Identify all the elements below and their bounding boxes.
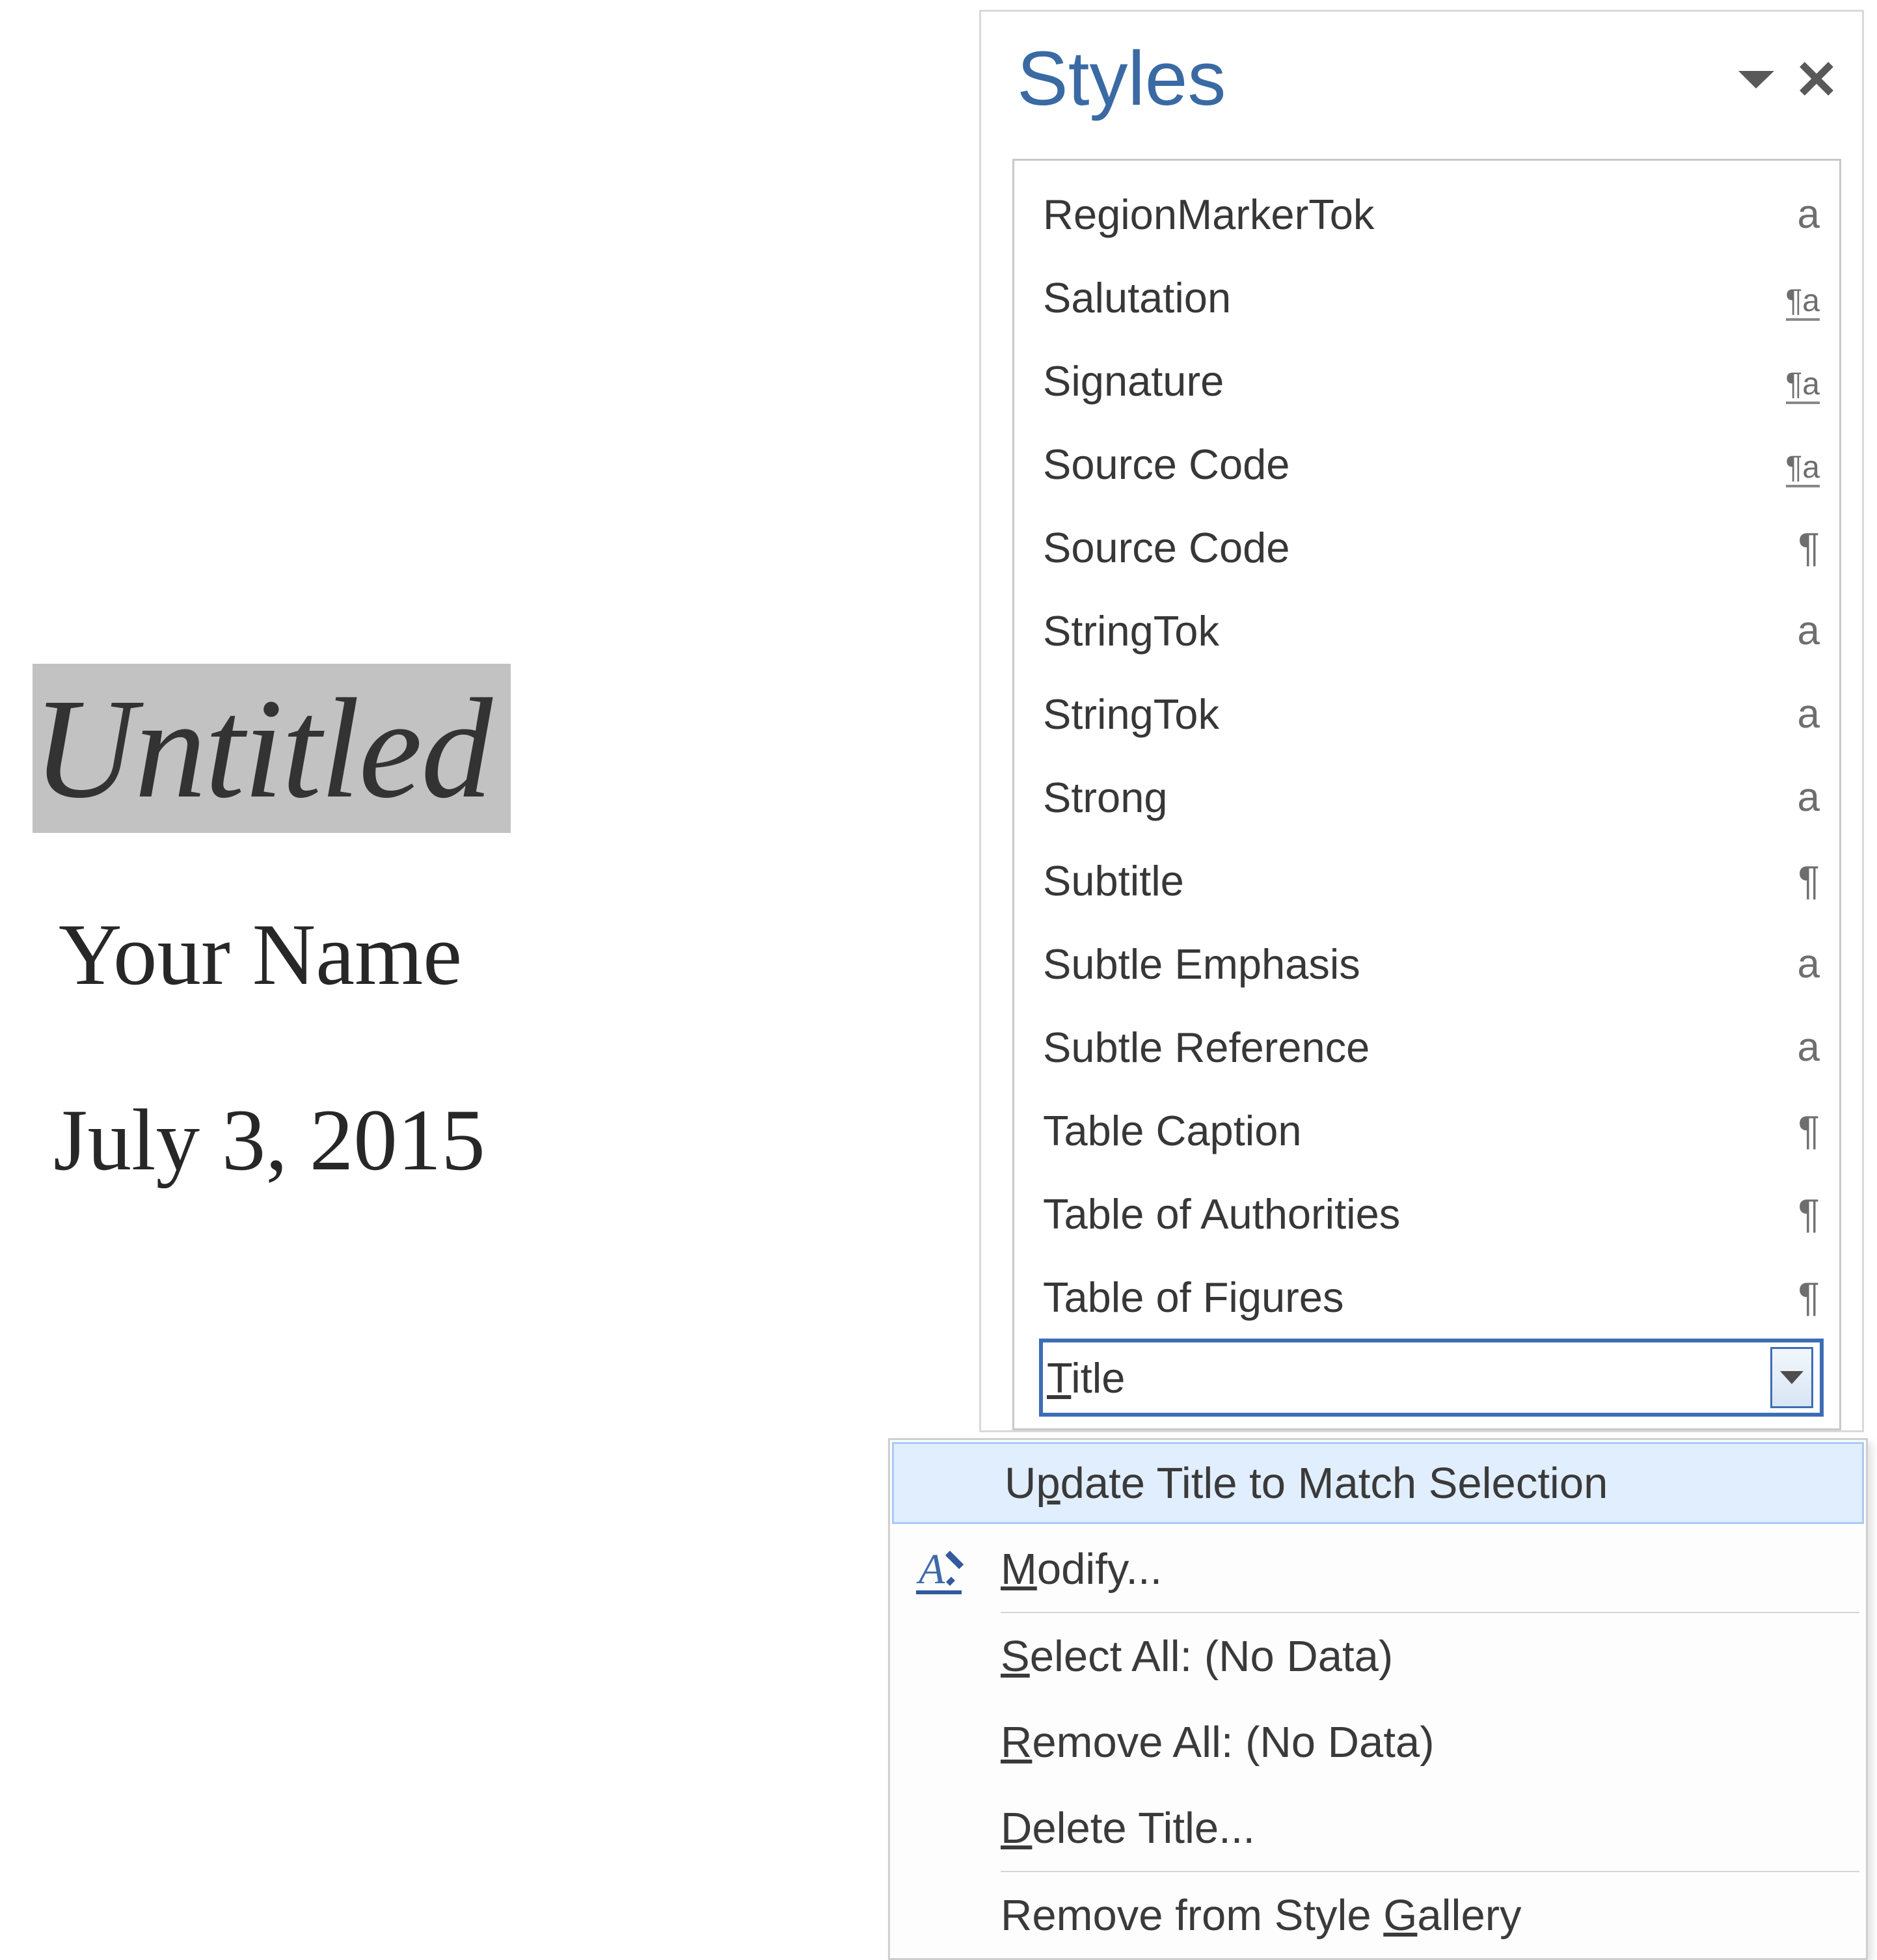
style-item[interactable]: Subtitle ¶ — [1014, 839, 1839, 922]
title-selection-highlight[interactable]: Untitled — [33, 664, 511, 833]
style-label: RegionMarkerTok — [1043, 190, 1774, 239]
style-item[interactable]: RegionMarkerTok a — [1014, 172, 1839, 256]
styles-pane: Styles RegionMarkerTok a Salutation ¶a S… — [979, 10, 1864, 1432]
document-title[interactable]: Untitled — [33, 669, 491, 828]
character-style-icon: a — [1774, 691, 1820, 737]
styles-list[interactable]: RegionMarkerTok a Salutation ¶a Signatur… — [1012, 159, 1841, 1430]
style-label: Table of Figures — [1043, 1273, 1774, 1322]
styles-pane-title: Styles — [1017, 34, 1735, 123]
style-label: Subtitle — [1043, 856, 1774, 905]
style-label: Table of Authorities — [1043, 1190, 1774, 1238]
style-item[interactable]: StringTok a — [1014, 589, 1839, 672]
paragraph-style-icon: ¶ — [1774, 1108, 1820, 1154]
style-dropdown-button[interactable] — [1770, 1347, 1813, 1408]
character-style-icon: a — [1774, 191, 1820, 238]
style-label: Signature — [1043, 357, 1774, 405]
style-item[interactable]: Table of Figures ¶ — [1014, 1255, 1839, 1339]
svg-text:A: A — [916, 1545, 945, 1593]
style-item-selected[interactable]: Title — [1039, 1339, 1824, 1417]
style-label: Source Code — [1043, 440, 1774, 489]
style-item[interactable]: StringTok a — [1014, 672, 1839, 755]
style-label: Subtle Reference — [1043, 1023, 1774, 1072]
close-icon[interactable] — [1797, 59, 1836, 98]
style-item[interactable]: Source Code ¶ — [1014, 506, 1839, 589]
style-label: StringTok — [1043, 606, 1774, 655]
style-item[interactable]: Subtle Reference a — [1014, 1005, 1839, 1089]
character-style-icon: a — [1774, 941, 1820, 987]
document-date[interactable]: July 3, 2015 — [53, 1090, 755, 1191]
style-label: Salutation — [1043, 273, 1774, 322]
linked-style-icon: ¶a — [1774, 441, 1820, 487]
character-style-icon: a — [1774, 1024, 1820, 1070]
linked-style-icon: ¶a — [1774, 358, 1820, 404]
paragraph-style-icon: ¶ — [1774, 1191, 1820, 1237]
menu-select-all[interactable]: Select All: (No Data) — [890, 1613, 1866, 1699]
menu-delete[interactable]: Delete Title... — [890, 1785, 1866, 1871]
style-item[interactable]: Salutation ¶a — [1014, 256, 1839, 339]
document-author[interactable]: Your Name — [59, 905, 755, 1005]
pane-options-icon[interactable] — [1735, 66, 1777, 92]
style-item[interactable]: Table Caption ¶ — [1014, 1089, 1839, 1172]
style-item[interactable]: Subtle Emphasis a — [1014, 922, 1839, 1005]
style-item[interactable]: Strong a — [1014, 755, 1839, 839]
style-label: Source Code — [1043, 523, 1774, 572]
style-item[interactable]: Source Code ¶a — [1014, 422, 1839, 506]
character-style-icon: a — [1774, 774, 1820, 821]
style-context-menu: Update Title to Match Selection A Modify… — [888, 1438, 1868, 1960]
paragraph-style-icon: ¶ — [1774, 524, 1820, 571]
document-area: Untitled Your Name July 3, 2015 — [26, 664, 755, 1191]
character-style-icon: a — [1774, 608, 1820, 654]
menu-modify[interactable]: A Modify... — [890, 1526, 1866, 1612]
modify-style-icon: A — [890, 1543, 1001, 1595]
menu-remove-all[interactable]: Remove All: (No Data) — [890, 1699, 1866, 1785]
style-label: Strong — [1043, 773, 1774, 822]
paragraph-style-icon: ¶ — [1774, 1274, 1820, 1320]
linked-style-icon: ¶a — [1774, 275, 1820, 321]
style-label: StringTok — [1043, 690, 1774, 739]
paragraph-style-icon: ¶ — [1774, 858, 1820, 904]
styles-pane-header: Styles — [981, 12, 1862, 146]
style-item[interactable]: Table of Authorities ¶ — [1014, 1172, 1839, 1255]
style-item[interactable]: Signature ¶a — [1014, 339, 1839, 422]
menu-remove-from-gallery[interactable]: Remove from Style Gallery — [890, 1872, 1866, 1958]
style-label: Subtle Emphasis — [1043, 940, 1774, 988]
style-label: Table Caption — [1043, 1106, 1774, 1155]
menu-update-to-match[interactable]: Update Title to Match Selection — [892, 1442, 1864, 1524]
style-label: Title — [1047, 1354, 1770, 1402]
